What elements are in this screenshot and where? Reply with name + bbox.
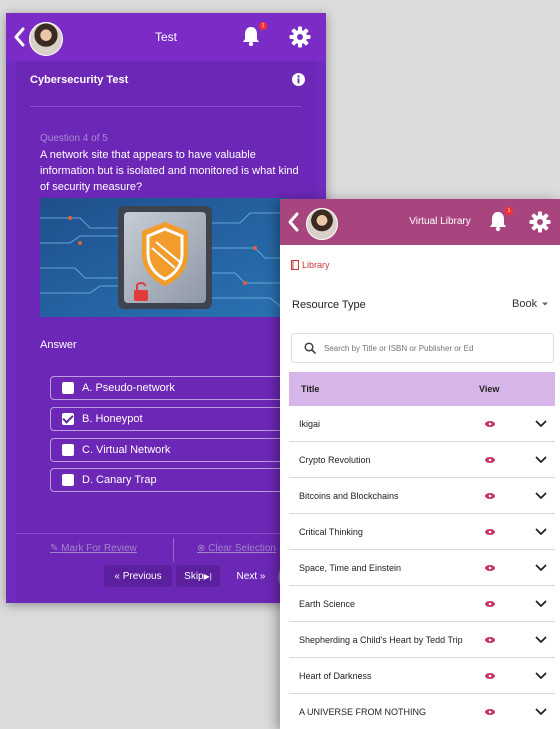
option-label: C. Virtual Network (82, 444, 171, 456)
search-box[interactable] (291, 333, 554, 363)
checkbox-checked[interactable] (62, 413, 74, 425)
gear-icon[interactable] (529, 211, 551, 233)
mark-for-review-link[interactable]: ✎ Mark For Review (50, 543, 137, 554)
answer-option[interactable]: C. Virtual Network (50, 438, 316, 462)
divider (30, 106, 302, 107)
next-button[interactable]: Next » (228, 565, 274, 587)
page-title: Test (154, 30, 177, 44)
page-title: Virtual Library (409, 216, 471, 227)
book-icon (291, 260, 299, 270)
library-header: Virtual Library 1 (280, 199, 560, 245)
breadcrumb-library: Library (302, 260, 330, 270)
chevron-down-icon[interactable] (535, 491, 547, 501)
option-label: B. Honeypot (82, 413, 143, 425)
notification-badge: 1 (505, 207, 513, 215)
table-row[interactable]: Crypto Revolution (289, 442, 555, 478)
answer-option[interactable]: B. Honeypot (50, 407, 316, 431)
checkbox[interactable] (62, 382, 74, 394)
test-title: Cybersecurity Test (30, 74, 129, 86)
resource-type-label: Resource Type (292, 299, 366, 311)
search-input[interactable] (324, 343, 544, 353)
resource-type-select[interactable]: Book (512, 298, 549, 310)
answer-label: Answer (40, 339, 77, 351)
option-label: A. Pseudo-network (82, 382, 175, 394)
chevron-down-icon[interactable] (535, 707, 547, 717)
table-row[interactable]: Ikigai (289, 406, 555, 442)
book-title: Bitcoins and Blockchains (299, 491, 399, 501)
question-number: Question 4 of 5 (40, 133, 108, 144)
table-row[interactable]: Space, Time and Einstein (289, 550, 555, 586)
bell-icon[interactable] (240, 25, 262, 47)
table-row[interactable]: Shepherding a Child's Heart by Tedd Trip (289, 622, 555, 658)
clear-selection-link[interactable]: ⊗ Clear Selection (197, 543, 276, 554)
chevron-down-icon[interactable] (535, 599, 547, 609)
eye-icon[interactable] (485, 456, 495, 464)
eye-icon[interactable] (485, 708, 495, 716)
previous-button[interactable]: « Previous (104, 565, 172, 587)
clear-icon: ⊗ (197, 543, 209, 554)
column-header-title: Title (301, 384, 320, 394)
book-title: Shepherding a Child's Heart by Tedd Trip (299, 635, 463, 645)
book-title: Critical Thinking (299, 527, 363, 537)
skip-button[interactable]: Skip ▶| (176, 565, 220, 587)
chevron-down-icon[interactable] (535, 671, 547, 681)
book-title: Crypto Revolution (299, 455, 371, 465)
eye-icon[interactable] (485, 600, 495, 608)
column-header-view: View (479, 384, 500, 394)
answer-option[interactable]: D. Canary Trap (50, 468, 316, 492)
option-label: D. Canary Trap (82, 474, 157, 486)
library-screen: Virtual Library 1 Library Resource Type … (280, 199, 560, 729)
mark-for-review-label: Mark For Review (61, 543, 137, 554)
info-icon[interactable] (292, 73, 305, 86)
eye-icon[interactable] (485, 636, 495, 644)
skip-label: Skip (184, 570, 204, 582)
eye-icon[interactable] (485, 564, 495, 572)
chevron-down-icon[interactable] (535, 455, 547, 465)
eye-icon[interactable] (485, 528, 495, 536)
table-row[interactable]: Bitcoins and Blockchains (289, 478, 555, 514)
question-image (40, 198, 290, 317)
question-text: A network site that appears to have valu… (40, 149, 299, 193)
chevron-down-icon[interactable] (535, 527, 547, 537)
checkbox[interactable] (62, 444, 74, 456)
table-row[interactable]: Heart of Darkness (289, 658, 555, 694)
table-row[interactable]: Critical Thinking (289, 514, 555, 550)
table-header: Title View (289, 372, 555, 406)
book-title: Space, Time and Einstein (299, 563, 402, 573)
divider (173, 538, 174, 562)
checkbox[interactable] (62, 474, 74, 486)
divider (16, 533, 316, 534)
answer-option[interactable]: A. Pseudo-network (50, 376, 316, 400)
test-card: Cybersecurity Test Question 4 of 5 A net… (16, 61, 316, 603)
chevron-down-icon[interactable] (535, 563, 547, 573)
test-header: Test 1 (6, 13, 326, 61)
book-title: Ikigai (299, 419, 321, 429)
caret-down-icon (542, 302, 549, 306)
eye-icon[interactable] (485, 420, 495, 428)
clear-selection-label: Clear Selection (208, 543, 276, 554)
book-title: Earth Science (299, 599, 356, 609)
breadcrumb[interactable]: Library (291, 260, 330, 270)
resource-type-value: Book (512, 298, 538, 310)
search-icon (304, 342, 316, 354)
test-screen: Test 1 Cybersecurity Test Question 4 of … (6, 13, 326, 603)
table-row[interactable]: Earth Science (289, 586, 555, 622)
eye-icon[interactable] (485, 672, 495, 680)
chevron-down-icon[interactable] (535, 635, 547, 645)
back-arrow-icon[interactable] (286, 211, 300, 233)
eye-icon[interactable] (485, 492, 495, 500)
book-title: Heart of Darkness (299, 671, 372, 681)
edit-icon: ✎ (50, 543, 62, 554)
chevron-down-icon[interactable] (535, 419, 547, 429)
gear-icon[interactable] (289, 26, 311, 48)
skip-icon: ▶| (203, 571, 212, 581)
table-row[interactable]: A UNIVERSE FROM NOTHING (289, 694, 555, 729)
book-title: A UNIVERSE FROM NOTHING (299, 707, 427, 717)
notification-badge: 1 (259, 22, 267, 30)
